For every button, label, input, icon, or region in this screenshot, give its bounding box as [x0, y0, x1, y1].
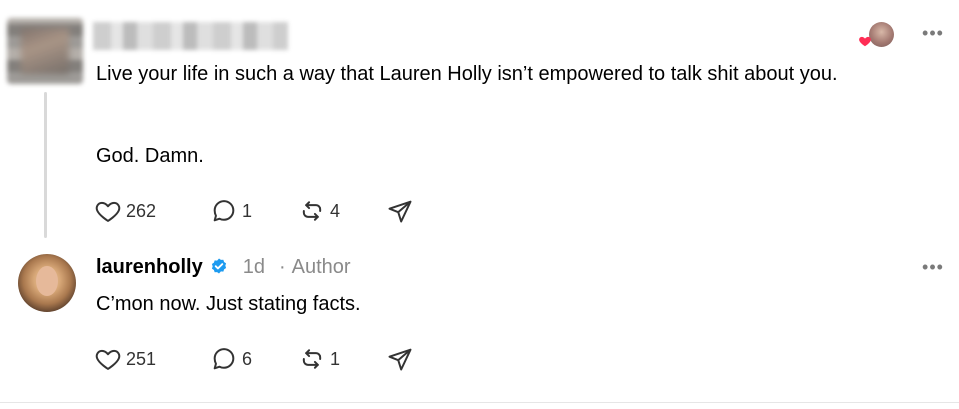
author-header: laurenholly 1d · Author: [96, 252, 351, 282]
heart-badge-icon: [859, 36, 871, 47]
comment-bubble-icon: [213, 200, 235, 222]
more-horizontal-icon[interactable]: •••: [918, 258, 948, 276]
author-username[interactable]: laurenholly: [96, 256, 203, 279]
thread-connector-line: [44, 92, 47, 238]
blurred-username[interactable]: [93, 22, 288, 50]
share-button[interactable]: [386, 197, 414, 225]
post-time[interactable]: 1d: [243, 256, 265, 279]
post-text: Live your life in such a way that Lauren…: [96, 63, 838, 85]
author-label: Author: [291, 255, 351, 278]
share-button[interactable]: [386, 345, 414, 373]
like-count: 251: [126, 348, 157, 369]
reply-count: 6: [242, 348, 253, 369]
author-small-avatar: [869, 22, 894, 47]
meta-separator: ·: [278, 255, 286, 278]
blurred-avatar[interactable]: [7, 18, 83, 84]
reply-text: C’mon now. Just stating facts.: [96, 293, 361, 315]
reply-button[interactable]: 1: [210, 197, 298, 225]
post-text-secondary: God. Damn.: [96, 145, 204, 167]
more-horizontal-icon[interactable]: •••: [918, 24, 948, 42]
like-button[interactable]: 251: [94, 345, 210, 373]
like-count: 262: [126, 200, 157, 221]
post-actions: 262 1 4: [94, 197, 414, 225]
verified-badge-icon: [211, 258, 226, 274]
share-send-icon: [388, 348, 412, 371]
reply-actions: 251 6 1: [94, 345, 414, 373]
like-button[interactable]: 262: [94, 197, 210, 225]
repost-count: 1: [330, 348, 341, 369]
repost-icon: [302, 349, 322, 369]
repost-button[interactable]: 1: [298, 345, 386, 373]
reply-button[interactable]: 6: [210, 345, 298, 373]
heart-icon: [95, 349, 121, 370]
threads-conversation: ••• Live your life in such a way that La…: [0, 0, 959, 409]
liked-by-author-indicator: [856, 22, 894, 50]
repost-icon: [302, 201, 322, 221]
share-send-icon: [388, 200, 412, 223]
author-avatar-face: [36, 266, 58, 296]
heart-icon: [95, 201, 121, 222]
repost-button[interactable]: 4: [298, 197, 386, 225]
comment-bubble-icon: [213, 348, 235, 370]
reply-count: 1: [242, 200, 253, 221]
author-avatar[interactable]: [18, 254, 76, 312]
blurred-avatar-image: [21, 28, 69, 74]
bottom-divider: [0, 402, 959, 403]
repost-count: 4: [330, 200, 341, 221]
